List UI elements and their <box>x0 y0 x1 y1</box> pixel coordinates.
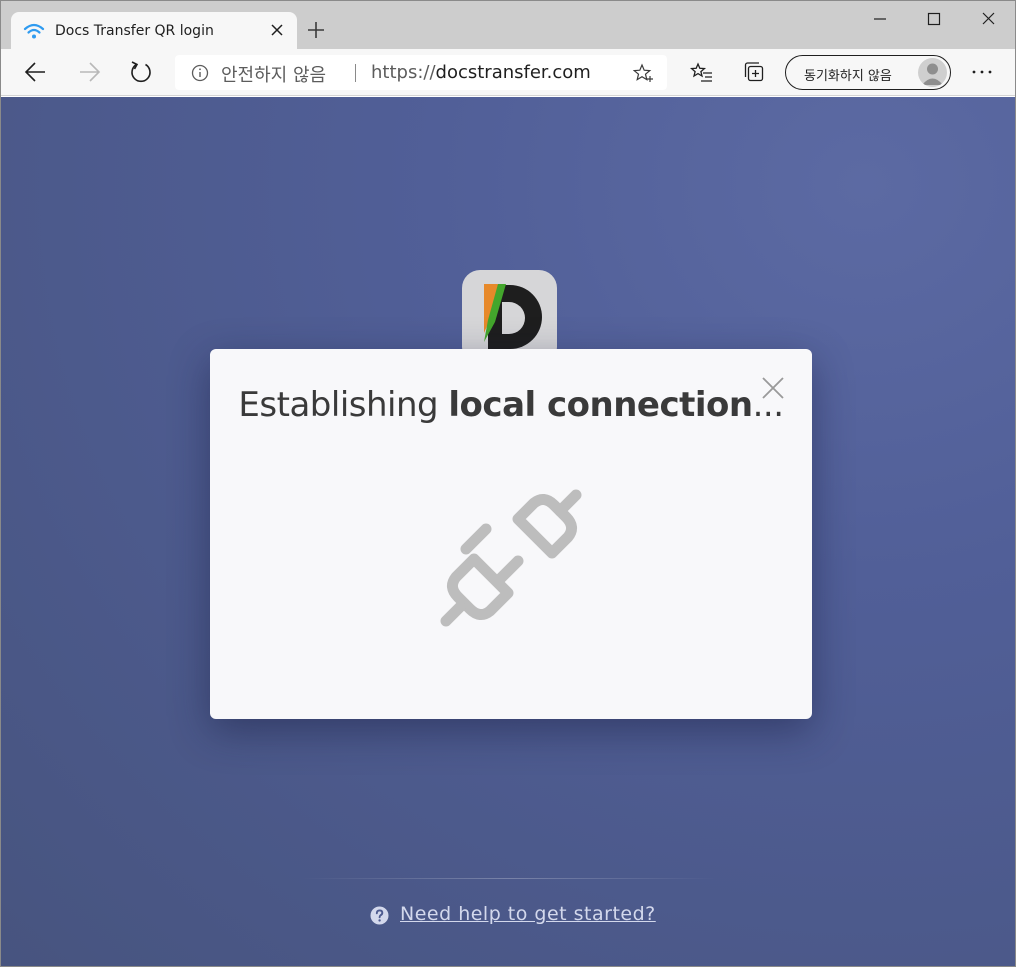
user-icon <box>922 63 943 85</box>
close-icon[interactable] <box>269 22 285 38</box>
favorites-icon[interactable] <box>689 59 715 85</box>
browser-toolbar: 안전하지 않음 https://docstransfer.com 동기화하지 않… <box>1 49 1015 96</box>
info-icon[interactable] <box>191 64 209 82</box>
maximize-icon[interactable] <box>911 5 957 33</box>
minimize-icon[interactable] <box>857 5 903 33</box>
url-host: docstransfer.com <box>435 62 591 83</box>
footer-divider <box>301 878 717 879</box>
tab-strip: Docs Transfer QR login <box>1 1 1015 49</box>
page-content: Establishing local connection... Need he… <box>1 97 1015 966</box>
tab-title: Docs Transfer QR login <box>55 23 214 39</box>
browser-window: Docs Transfer QR login 안전하지 않음 https://d… <box>0 0 1016 967</box>
add-favorite-icon[interactable] <box>633 63 655 83</box>
connection-dialog: Establishing local connection... <box>210 349 812 719</box>
plug-icon <box>440 489 582 627</box>
dialog-title: Establishing local connection... <box>210 385 812 425</box>
security-label: 안전하지 않음 <box>221 65 327 86</box>
back-icon[interactable] <box>23 59 49 85</box>
close-icon[interactable] <box>761 376 785 400</box>
title-regular: Establishing <box>238 385 449 425</box>
avatar <box>918 58 947 87</box>
url-text[interactable]: https://docstransfer.com <box>371 62 591 83</box>
url-scheme: https:// <box>371 62 436 83</box>
profile-sync-label: 동기화하지 않음 <box>804 69 892 84</box>
address-bar[interactable]: 안전하지 않음 https://docstransfer.com <box>175 55 667 90</box>
address-separator <box>355 64 356 82</box>
help-link[interactable]: Need help to get started? <box>400 903 656 925</box>
window-close-icon[interactable] <box>965 5 1011 33</box>
collections-icon[interactable] <box>742 59 768 85</box>
more-options-icon[interactable] <box>969 59 995 85</box>
new-tab-icon[interactable] <box>306 20 326 40</box>
forward-icon[interactable] <box>76 59 102 85</box>
tab-docs-transfer[interactable]: Docs Transfer QR login <box>11 12 297 49</box>
help-icon <box>370 906 389 925</box>
wifi-icon <box>23 23 45 39</box>
profile-sync-button[interactable]: 동기화하지 않음 <box>785 55 951 90</box>
title-bold: local connection <box>448 385 753 425</box>
refresh-icon[interactable] <box>128 59 154 85</box>
